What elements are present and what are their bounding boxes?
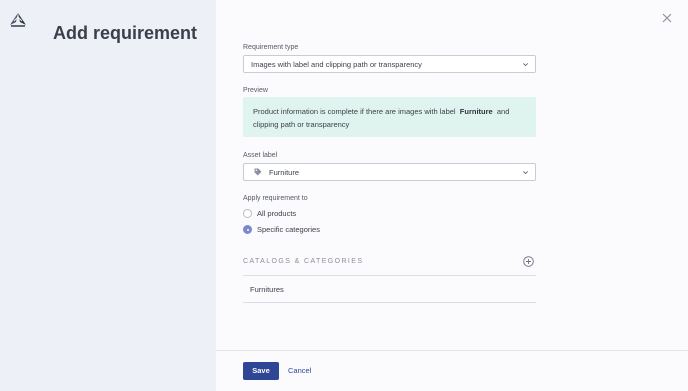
chevron-down-icon: [523, 63, 528, 67]
radio-label: All products: [257, 209, 297, 218]
catalogs-section-title: CATALOGS & CATEGORIES: [243, 258, 364, 265]
radio-button-checked[interactable]: [243, 225, 252, 234]
asset-label-value: Furniture: [269, 168, 300, 177]
asset-label-select[interactable]: Furniture: [243, 163, 536, 181]
chevron-down-icon: [523, 171, 528, 175]
section-divider: [243, 275, 536, 276]
radio-button[interactable]: [243, 209, 252, 218]
save-button[interactable]: Save: [243, 362, 279, 380]
tag-icon: [254, 168, 262, 176]
side-panel: Add requirement: [0, 0, 216, 391]
requirement-type-select[interactable]: Images with label and clipping path or t…: [243, 55, 536, 73]
close-icon[interactable]: [660, 11, 674, 25]
requirement-type-label: Requirement type: [243, 44, 299, 51]
app-logo-icon: [10, 13, 26, 27]
preview-box: Product information is complete if there…: [243, 97, 536, 137]
radio-label: Specific categories: [257, 225, 320, 234]
footer-divider: [216, 350, 688, 351]
add-circle-icon[interactable]: [523, 256, 534, 267]
preview-text-before: Product information is complete if there…: [253, 107, 456, 116]
list-divider: [243, 302, 536, 303]
category-item: Furnitures: [250, 285, 284, 294]
page-title: Add requirement: [53, 23, 198, 43]
preview-highlight: Furniture: [459, 107, 493, 116]
preview-label: Preview: [243, 87, 268, 94]
requirement-type-value: Images with label and clipping path or t…: [251, 60, 422, 69]
apply-to-label: Apply requirement to: [243, 195, 308, 202]
cancel-button[interactable]: Cancel: [288, 366, 311, 375]
asset-label-label: Asset label: [243, 152, 278, 159]
